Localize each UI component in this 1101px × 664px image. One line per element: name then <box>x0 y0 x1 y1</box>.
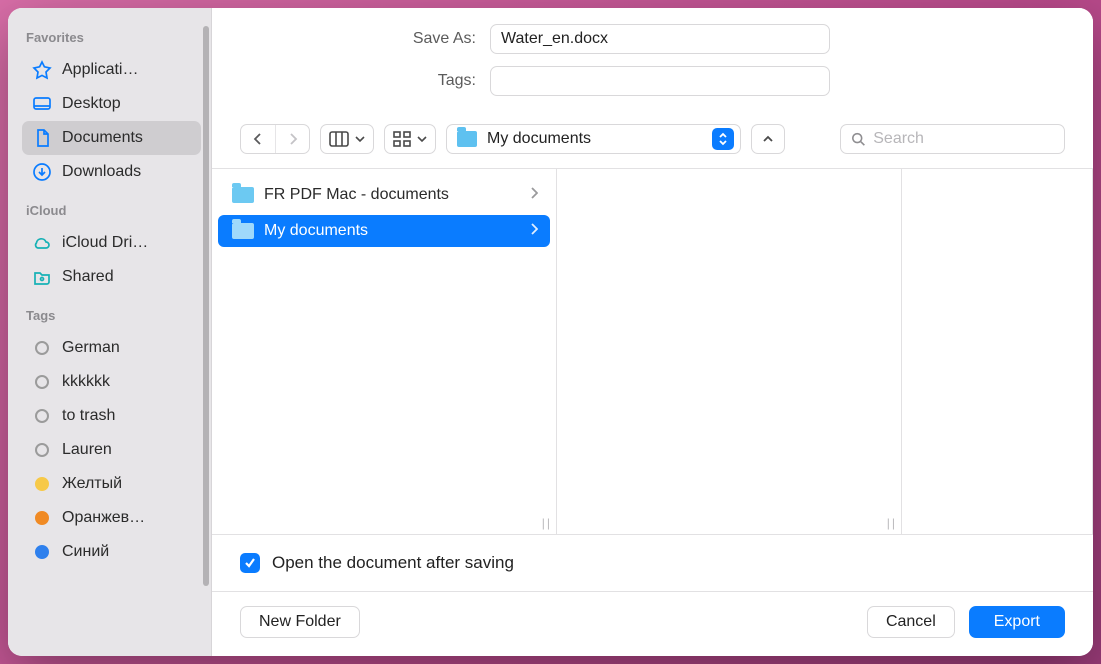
form-area: Save As: Tags: <box>212 8 1093 118</box>
new-folder-button[interactable]: New Folder <box>240 606 360 638</box>
download-icon <box>32 162 52 182</box>
tag-circle-icon <box>32 338 52 358</box>
sidebar-item-downloads[interactable]: Downloads <box>22 155 201 189</box>
document-icon <box>32 128 52 148</box>
open-after-save-checkbox[interactable] <box>240 553 260 573</box>
applications-icon <box>32 60 52 80</box>
cancel-button[interactable]: Cancel <box>867 606 955 638</box>
sidebar-tag-blue[interactable]: Синий <box>22 535 201 569</box>
save-dialog-window: Favorites Applicati… Desktop Documents D… <box>8 8 1093 656</box>
browser-column-3 <box>902 169 1093 534</box>
sidebar-scrollbar[interactable] <box>203 26 209 586</box>
sidebar-item-applications[interactable]: Applicati… <box>22 53 201 87</box>
search-input[interactable] <box>873 130 1054 148</box>
sidebar-item-desktop[interactable]: Desktop <box>22 87 201 121</box>
sidebar-item-label: Желтый <box>62 475 122 493</box>
sidebar-item-label: to trash <box>62 407 115 425</box>
sidebar-tag-german[interactable]: German <box>22 331 201 365</box>
columns-icon <box>329 131 349 147</box>
folder-icon <box>232 187 254 203</box>
sidebar-section-icloud: iCloud <box>26 203 197 218</box>
forward-button[interactable] <box>275 125 309 153</box>
chevron-right-icon <box>530 186 538 204</box>
sidebar: Favorites Applicati… Desktop Documents D… <box>8 8 212 656</box>
sidebar-tag-lauren[interactable]: Lauren <box>22 433 201 467</box>
folder-icon <box>457 131 477 147</box>
shared-folder-icon <box>32 267 52 287</box>
sidebar-tag-yellow[interactable]: Желтый <box>22 467 201 501</box>
tag-circle-icon <box>32 542 52 562</box>
chevron-right-icon <box>530 222 538 240</box>
folder-icon <box>232 223 254 239</box>
tag-circle-icon <box>32 440 52 460</box>
sidebar-item-icloud-drive[interactable]: iCloud Dri… <box>22 226 201 260</box>
tag-circle-icon <box>32 508 52 528</box>
sidebar-tag-orange[interactable]: Оранжев… <box>22 501 201 535</box>
chevron-left-icon <box>253 132 263 146</box>
group-by-control[interactable] <box>384 124 436 154</box>
sidebar-item-documents[interactable]: Documents <box>22 121 201 155</box>
sidebar-item-label: Applicati… <box>62 61 138 79</box>
browser-column-2: || <box>557 169 902 534</box>
sidebar-tag-to-trash[interactable]: to trash <box>22 399 201 433</box>
chevron-right-icon <box>288 132 298 146</box>
nav-back-forward <box>240 124 310 154</box>
sidebar-item-label: Синий <box>62 543 109 561</box>
sidebar-section-tags: Tags <box>26 308 197 323</box>
grid-icon <box>393 131 411 147</box>
sidebar-tag-kkkkkk[interactable]: kkkkkk <box>22 365 201 399</box>
tag-circle-icon <box>32 474 52 494</box>
save-as-input[interactable] <box>490 24 830 54</box>
sidebar-item-shared[interactable]: Shared <box>22 260 201 294</box>
back-button[interactable] <box>241 125 275 153</box>
sidebar-item-label: Documents <box>62 129 143 147</box>
location-label: My documents <box>487 130 702 148</box>
view-columns-control[interactable] <box>320 124 374 154</box>
sidebar-item-label: Оранжев… <box>62 509 145 527</box>
tags-label: Tags: <box>240 72 490 90</box>
collapse-button[interactable] <box>751 124 785 154</box>
save-as-label: Save As: <box>240 30 490 48</box>
main-panel: Save As: Tags: <box>212 8 1093 656</box>
check-icon <box>244 557 256 569</box>
footer: New Folder Cancel Export <box>212 591 1093 656</box>
toolbar: My documents <box>212 118 1093 168</box>
sidebar-item-label: German <box>62 339 120 357</box>
sidebar-item-label: kkkkkk <box>62 373 110 391</box>
folder-row-label: FR PDF Mac - documents <box>264 186 449 204</box>
search-field[interactable] <box>840 124 1065 154</box>
browser-column-1: FR PDF Mac - documents My documents || <box>212 169 557 534</box>
chevron-down-icon <box>417 135 427 143</box>
options-bar: Open the document after saving <box>212 535 1093 591</box>
column-resize-handle[interactable]: || <box>542 516 552 530</box>
desktop-icon <box>32 94 52 114</box>
column-browser: FR PDF Mac - documents My documents || |… <box>212 168 1093 535</box>
tag-circle-icon <box>32 406 52 426</box>
column-resize-handle[interactable]: || <box>887 516 897 530</box>
search-icon <box>851 131 865 147</box>
tags-input[interactable] <box>490 66 830 96</box>
sidebar-item-label: iCloud Dri… <box>62 234 148 252</box>
tag-circle-icon <box>32 372 52 392</box>
cloud-icon <box>32 233 52 253</box>
sidebar-item-label: Desktop <box>62 95 121 113</box>
sidebar-section-favorites: Favorites <box>26 30 197 45</box>
folder-row[interactable]: FR PDF Mac - documents <box>218 179 550 211</box>
sidebar-item-label: Lauren <box>62 441 112 459</box>
export-button[interactable]: Export <box>969 606 1065 638</box>
location-popup[interactable]: My documents <box>446 124 741 154</box>
folder-row-label: My documents <box>264 222 368 240</box>
folder-row[interactable]: My documents <box>218 215 550 247</box>
sidebar-item-label: Downloads <box>62 163 141 181</box>
sidebar-item-label: Shared <box>62 268 114 286</box>
location-stepper-icon <box>712 128 734 150</box>
chevron-up-icon <box>762 134 774 144</box>
open-after-save-label: Open the document after saving <box>272 553 514 573</box>
chevron-down-icon <box>355 135 365 143</box>
